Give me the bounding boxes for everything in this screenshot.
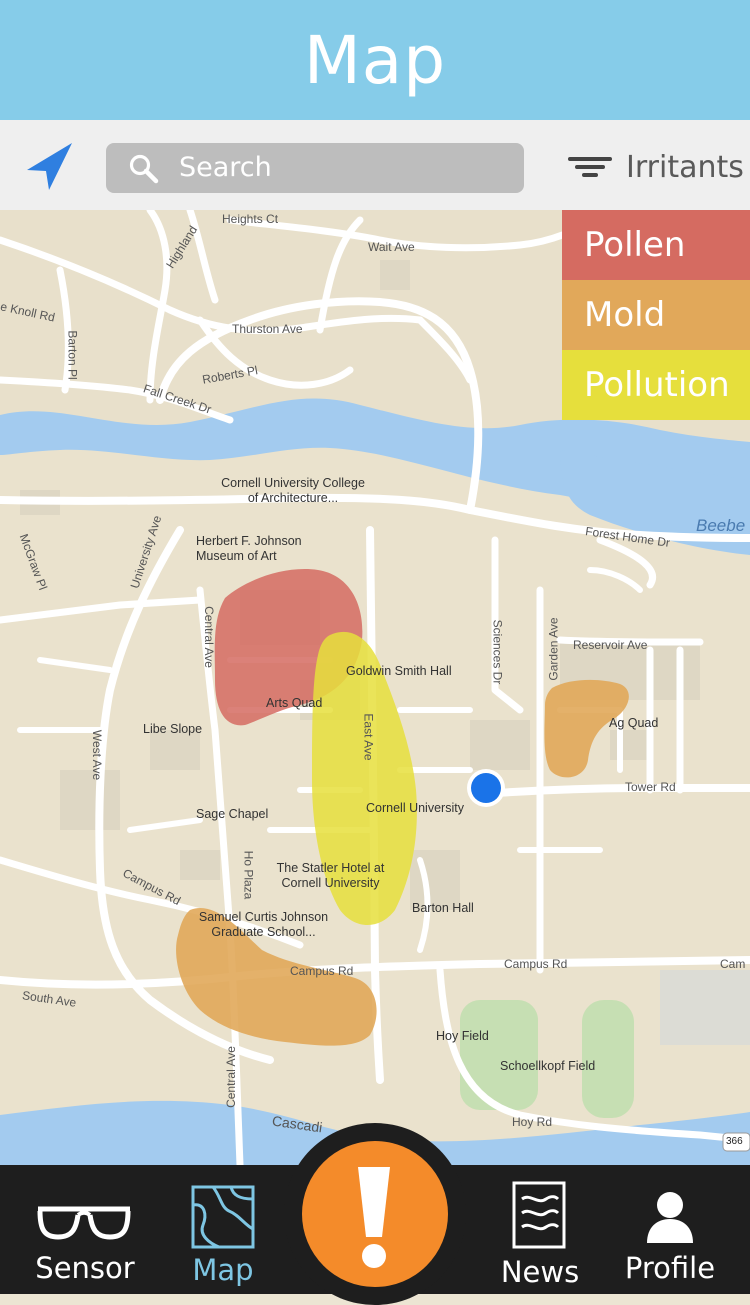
- poi-schoellkopf-field[interactable]: Schoellkopf Field: [500, 1059, 595, 1074]
- campus-map[interactable]: Heights Ct Highland Wait Ave e Knoll Rd …: [0, 210, 750, 1165]
- tab-sensor-label: Sensor: [35, 1251, 135, 1285]
- street-label: Cam: [720, 957, 746, 971]
- map-toolbar: Search Irritants: [0, 120, 750, 210]
- filter-lines-icon: [566, 153, 614, 181]
- water-label: Beebe: [696, 516, 746, 535]
- street-label: Barton Pl: [65, 330, 80, 380]
- poi-libe-slope[interactable]: Libe Slope: [143, 722, 202, 737]
- route-shield-label: 366: [726, 1136, 743, 1147]
- tab-map[interactable]: Map: [168, 1165, 278, 1294]
- exclamation-icon: [358, 1167, 390, 1268]
- tab-sensor[interactable]: Sensor: [20, 1165, 150, 1294]
- poi-arts-quad[interactable]: Arts Quad: [266, 696, 322, 711]
- tab-news-label: News: [500, 1255, 580, 1289]
- person-icon: [647, 1192, 693, 1243]
- irritants-filter-button[interactable]: Irritants: [566, 144, 744, 190]
- street-label: Campus Rd: [290, 964, 354, 978]
- poi-sage-chapel[interactable]: Sage Chapel: [196, 807, 268, 822]
- street-label: Garden Ave: [546, 617, 561, 681]
- poi-cornell-university[interactable]: Cornell University: [366, 801, 464, 816]
- street-label: Hoy Rd: [512, 1115, 553, 1129]
- street-label: Tower Rd: [625, 780, 676, 794]
- poi-hoy-field[interactable]: Hoy Field: [436, 1029, 489, 1044]
- page-title: Map: [303, 21, 447, 99]
- poi-architecture[interactable]: Cornell University College of Architectu…: [218, 476, 368, 506]
- news-icon: [512, 1181, 566, 1249]
- street-label: West Ave: [90, 729, 105, 781]
- app-header: Map: [0, 0, 750, 120]
- search-icon: [128, 153, 160, 185]
- street-label: Central Ave: [223, 1046, 238, 1108]
- street-label: Campus Rd: [504, 957, 568, 971]
- legend-pollen[interactable]: Pollen: [562, 210, 750, 280]
- tab-news[interactable]: News: [490, 1165, 590, 1294]
- map-icon: [191, 1185, 255, 1249]
- search-input[interactable]: Search: [106, 143, 524, 193]
- navigation-arrow-icon[interactable]: [22, 140, 76, 194]
- street-label: Wait Ave: [368, 240, 415, 254]
- poi-ag-quad[interactable]: Ag Quad: [609, 716, 658, 731]
- street-label: Central Ave: [201, 606, 216, 668]
- poi-johnson-graduate-school[interactable]: Samuel Curtis Johnson Graduate School...: [191, 910, 336, 940]
- poi-statler-hotel[interactable]: The Statler Hotel at Cornell University: [268, 861, 393, 891]
- poi-barton-hall[interactable]: Barton Hall: [412, 901, 474, 916]
- street-label: Heights Ct: [222, 212, 279, 226]
- search-placeholder: Search: [179, 152, 272, 183]
- street-label: Thurston Ave: [232, 322, 303, 336]
- tab-profile[interactable]: Profile: [615, 1165, 725, 1294]
- street-label: East Ave: [361, 713, 376, 761]
- irritants-label: Irritants: [626, 149, 744, 185]
- legend-mold[interactable]: Mold: [562, 280, 750, 350]
- street-label: Ho Plaza: [241, 850, 256, 900]
- report-alert-button[interactable]: [302, 1141, 448, 1287]
- legend-pollution[interactable]: Pollution: [562, 350, 750, 420]
- tab-profile-label: Profile: [624, 1251, 716, 1285]
- poi-johnson-museum[interactable]: Herbert F. Johnson Museum of Art: [196, 534, 326, 564]
- glasses-icon: [37, 1206, 131, 1240]
- street-label: Reservoir Ave: [573, 638, 648, 652]
- poi-goldwin-smith[interactable]: Goldwin Smith Hall: [346, 664, 452, 679]
- street-label: Sciences Dr: [490, 619, 505, 685]
- tab-map-label: Map: [192, 1253, 254, 1287]
